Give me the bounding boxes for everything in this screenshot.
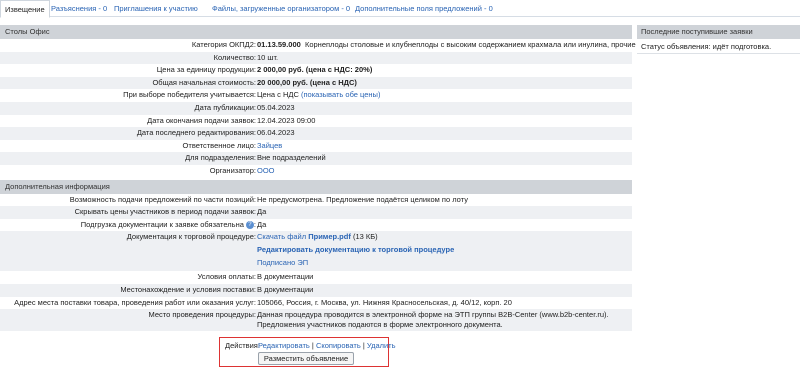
signature-link[interactable]: Подписано ЭП (257, 257, 454, 270)
row-label: Дата последнего редактирования: (136, 128, 256, 138)
separator: | (362, 341, 365, 350)
row-winner-price-basis: При выборе победителя учитывается: Цена … (0, 89, 632, 102)
row-value: Вне подразделений (257, 153, 326, 163)
row-value: 06.04.2023 (257, 128, 295, 138)
organizer-link[interactable]: ООО (257, 165, 275, 178)
row-label: Условия оплаты: (197, 272, 257, 282)
show-both-prices-link[interactable]: (показывать обе цены) (301, 90, 380, 99)
tab-invitations[interactable]: Приглашения к участию (110, 0, 202, 17)
row-label: Категория ОКПД2: (191, 40, 256, 49)
row-procedure-venue: Место проведения процедуры: Данная проце… (0, 309, 632, 332)
row-responsible: Ответственное лицо: Зайцев (0, 140, 632, 153)
row-value: В документации (257, 284, 314, 294)
okpd2-code: 01.13.59.000 (257, 40, 301, 49)
documentation-block: Скачать файл Пример.pdf (13 КБ) Редактир… (257, 231, 454, 269)
row-documentation: Документация к торговой процедуре: Скача… (0, 231, 632, 272)
row-label: Местонахождение и условия поставки: (120, 284, 256, 294)
row-organizer: Организатор: ООО (0, 165, 632, 178)
actions-row: Действия: Редактировать | Скопировать | … (220, 340, 396, 351)
row-value: Не предусмотрена. Предложение подаётся ц… (257, 194, 468, 204)
row-label: Место проведения процедуры: (148, 310, 256, 320)
okpd2-name: Корнеплоды столовые и клубнеплоды с высо… (304, 40, 636, 49)
row-label: Подгрузка документации к заявке обязател… (80, 219, 256, 229)
row-value: 105066, Россия, г. Москва, ул. Нижняя Кр… (257, 297, 512, 307)
row-label: Возможность подачи предложений по части … (69, 194, 256, 204)
row-delivery-terms: Местонахождение и условия поставки: В до… (0, 283, 632, 297)
row-label: Дата окончания подачи заявок: (147, 115, 256, 125)
edit-link[interactable]: Редактировать (258, 341, 310, 350)
download-file-link[interactable]: Скачать файл Пример.pdf (257, 232, 351, 241)
docs-required-label: Подгрузка документации к заявке обязател… (80, 219, 244, 229)
row-value: Данная процедура проводится в электронно… (257, 310, 609, 330)
row-value: Да (257, 207, 267, 217)
row-label: При выборе победителя учитывается: (123, 90, 256, 100)
row-value: 10 шт. (257, 52, 279, 62)
row-okpd2: Категория ОКПД2: 01.13.59.000 Корнеплоды… (0, 39, 636, 52)
download-prefix: Скачать файл (257, 232, 307, 242)
separator: | (311, 341, 314, 350)
row-label: Организатор: (209, 165, 256, 175)
actions-panel: Действия: Редактировать | Скопировать | … (219, 337, 396, 367)
row-label: Количество: (213, 52, 256, 62)
sidebar-title: Последние поступившие заявки (637, 25, 800, 39)
row-label: Ответственное лицо: (182, 140, 256, 150)
responsible-person-link[interactable]: Зайцев (257, 140, 282, 153)
row-value: В документации (257, 272, 314, 282)
row-value: 01.13.59.000 Корнеплоды столовые и клубн… (257, 39, 636, 52)
row-publish-date: Дата публикации: 05.04.2023 (0, 101, 632, 115)
delete-link[interactable]: Удалить (367, 341, 396, 350)
row-value: 20 000,00 руб. (цена с НДС) (257, 77, 357, 87)
price-basis-text: Цена с НДС (257, 90, 299, 100)
additional-info-header: Дополнительная информация (0, 179, 632, 194)
row-value: 12.04.2023 09:00 (257, 115, 316, 125)
row-label: Адрес места поставки товара, проведения … (14, 297, 256, 307)
row-delivery-address: Адрес места поставки товара, проведения … (0, 297, 632, 310)
lot-title: Столы Офис (0, 25, 632, 39)
row-label: Общая начальная стоимость: (152, 77, 256, 87)
actions-label: Действия: (225, 341, 260, 350)
tab-organizer-files[interactable]: Файлы, загруженные организатором - 0 (208, 0, 354, 17)
action-links: Редактировать | Скопировать | Удалить (258, 340, 396, 351)
notice-details: Столы Офис Категория ОКПД2: 01.13.59.000… (0, 25, 636, 332)
row-department: Для подразделения: Вне подразделений (0, 152, 632, 165)
row-total-cost: Общая начальная стоимость: 20 000,00 руб… (0, 76, 632, 90)
row-deadline: Дата окончания подачи заявок: 12.04.2023… (0, 115, 632, 128)
row-last-edit: Дата последнего редактирования: 06.04.20… (0, 127, 632, 140)
tab-notice[interactable]: Извещение (0, 0, 50, 18)
row-value: Цена с НДС (показывать обе цены) (257, 89, 380, 102)
row-quantity: Количество: 10 шт. (0, 51, 632, 65)
row-label: Документация к торговой процедуре: (126, 232, 256, 242)
row-label: Цена за единицу продукции: (156, 65, 256, 75)
row-label: Для подразделения: (185, 153, 256, 163)
file-size: (13 КБ) (352, 232, 378, 242)
row-value: 2 000,00 руб. (цена с НДС: 20%) (257, 65, 373, 75)
row-partial-offers: Возможность подачи предложений по части … (0, 194, 632, 207)
file-name: Пример.pdf (308, 232, 351, 242)
row-hide-prices: Скрывать цены участников в период подачи… (0, 206, 632, 219)
notice-status: Статус объявления: идёт подготовка. (637, 39, 800, 54)
sidebar: Последние поступившие заявки Статус объя… (637, 25, 800, 54)
row-value: 05.04.2023 (257, 102, 295, 112)
publish-notice-button[interactable]: Разместить объявление (258, 352, 354, 365)
row-docs-required: Подгрузка документации к заявке обязател… (0, 219, 632, 232)
tab-bar: Извещение Разъяснения - 0 Приглашения к … (0, 0, 800, 18)
copy-link[interactable]: Скопировать (316, 341, 361, 350)
edit-documentation-link[interactable]: Редактировать документацию к торговой пр… (257, 244, 454, 257)
row-label: Скрывать цены участников в период подачи… (74, 207, 256, 217)
row-label: Дата публикации: (194, 102, 257, 112)
tab-additional-fields[interactable]: Дополнительные поля предложений - 0 (351, 0, 497, 17)
row-value: Да (257, 219, 267, 229)
row-unit-price: Цена за единицу продукции: 2 000,00 руб.… (0, 64, 632, 77)
row-payment-terms: Условия оплаты: В документации (0, 271, 632, 284)
tab-clarifications[interactable]: Разъяснения - 0 (47, 0, 111, 17)
help-icon[interactable]: ? (245, 220, 254, 229)
